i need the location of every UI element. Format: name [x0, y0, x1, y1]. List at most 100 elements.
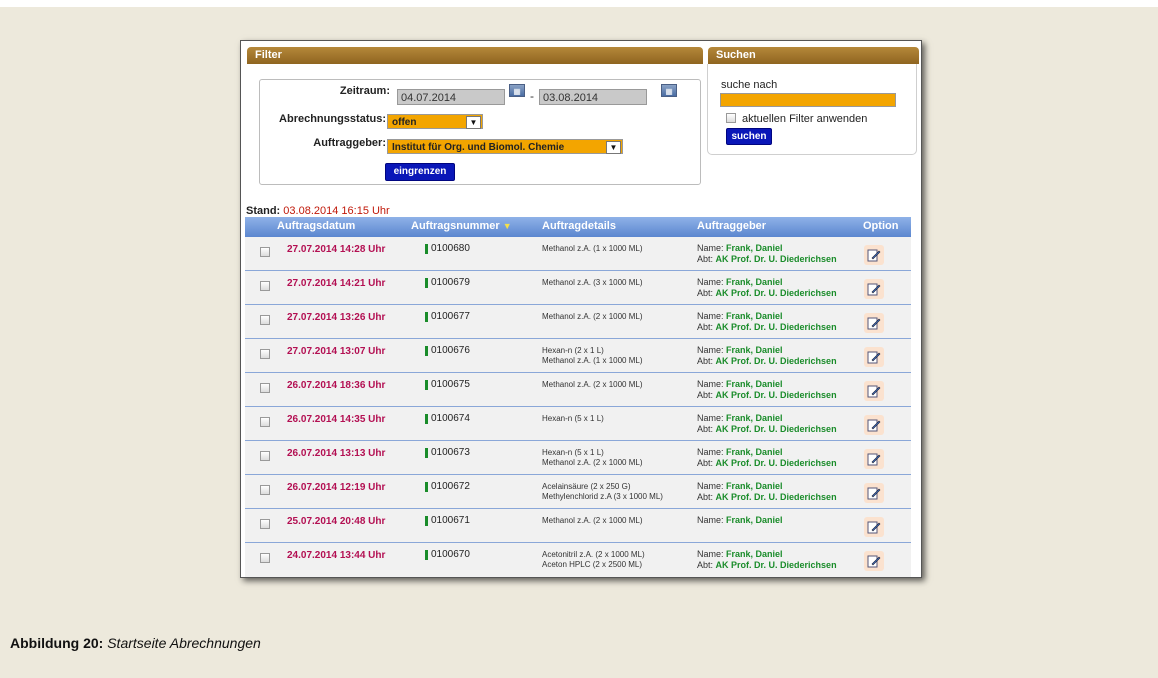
- row-number[interactable]: 0100674: [425, 414, 470, 424]
- column-header-date[interactable]: Auftragsdatum: [277, 220, 355, 232]
- row-number[interactable]: 0100677: [425, 312, 470, 322]
- abt-prefix: Abt:: [697, 458, 714, 468]
- sort-arrow-icon[interactable]: ▼: [503, 221, 512, 231]
- apply-filter-checkbox[interactable]: [726, 113, 736, 123]
- row-detail-line: Methylenchlorid z.A (3 x 1000 ML): [542, 492, 663, 501]
- filter-panel-title: Filter: [247, 47, 703, 64]
- auftraggeber-select-value: Institut für Org. und Biomol. Chemie: [392, 142, 565, 153]
- row-number[interactable]: 0100676: [425, 346, 470, 356]
- row-number[interactable]: 0100672: [425, 482, 470, 492]
- abt-prefix: Abt:: [697, 492, 714, 502]
- row-checkbox[interactable]: [260, 417, 270, 427]
- stand-line: Stand: 03.08.2014 16:15 Uhr: [246, 205, 390, 217]
- column-header-number[interactable]: Auftragsnummer ▼: [411, 220, 512, 232]
- column-header-client[interactable]: Auftraggeber: [697, 220, 766, 232]
- filter-panel: Zeitraum: 04.07.2014 ▦ - 03.08.2014 ▦ Ab…: [259, 79, 701, 185]
- client-name: Frank, Daniel: [726, 549, 783, 559]
- edit-icon[interactable]: [867, 554, 881, 568]
- row-detail-line: Hexan-n (5 x 1 L): [542, 448, 604, 457]
- table-row: 27.07.2014 14:21 Uhr 0100679 Methanol z.…: [245, 271, 911, 305]
- suchen-button[interactable]: suchen: [726, 128, 772, 145]
- edit-icon[interactable]: [867, 486, 881, 500]
- row-number[interactable]: 0100670: [425, 550, 470, 560]
- row-checkbox[interactable]: [260, 247, 270, 257]
- row-number[interactable]: 0100679: [425, 278, 470, 288]
- name-prefix: Name:: [697, 345, 724, 355]
- row-detail-line: Methanol z.A. (2 x 1000 ML): [542, 312, 643, 321]
- abt-prefix: Abt:: [697, 356, 714, 366]
- edit-icon[interactable]: [867, 350, 881, 364]
- edit-button[interactable]: [864, 449, 884, 469]
- row-details: Methanol z.A. (2 x 1000 ML): [542, 312, 643, 322]
- row-checkbox[interactable]: [260, 553, 270, 563]
- row-checkbox[interactable]: [260, 349, 270, 359]
- row-client: Name: Frank, Daniel Abt: AK Prof. Dr. U.…: [697, 345, 837, 367]
- edit-button[interactable]: [864, 517, 884, 537]
- status-select[interactable]: offen ▼: [387, 114, 483, 129]
- client-abt: AK Prof. Dr. U. Diederichsen: [715, 492, 837, 502]
- status-select-value: offen: [392, 117, 417, 128]
- row-checkbox[interactable]: [260, 383, 270, 393]
- abt-prefix: Abt:: [697, 322, 714, 332]
- column-header-details[interactable]: Auftragdetails: [542, 220, 616, 232]
- edit-button[interactable]: [864, 347, 884, 367]
- column-header-option: Option: [863, 220, 899, 232]
- edit-button[interactable]: [864, 415, 884, 435]
- date-to-input[interactable]: 03.08.2014: [539, 89, 647, 105]
- row-number[interactable]: 0100680: [425, 244, 470, 254]
- row-details: Methanol z.A. (2 x 1000 ML): [542, 380, 643, 390]
- row-client-abt: Abt: AK Prof. Dr. U. Diederichsen: [697, 322, 837, 333]
- row-number[interactable]: 0100675: [425, 380, 470, 390]
- row-details: Methanol z.A. (2 x 1000 ML): [542, 516, 643, 526]
- row-checkbox[interactable]: [260, 315, 270, 325]
- name-prefix: Name:: [697, 311, 724, 321]
- row-client-name: Name: Frank, Daniel: [697, 379, 837, 390]
- name-prefix: Name:: [697, 379, 724, 389]
- row-detail-line: Methanol z.A. (1 x 1000 ML): [542, 356, 643, 365]
- row-date: 26.07.2014 12:19 Uhr: [287, 482, 386, 493]
- eingrenzen-button[interactable]: eingrenzen: [385, 163, 455, 181]
- edit-button[interactable]: [864, 381, 884, 401]
- edit-button[interactable]: [864, 279, 884, 299]
- row-client: Name: Frank, Daniel Abt: AK Prof. Dr. U.…: [697, 243, 837, 265]
- table-row: 26.07.2014 13:13 Uhr 0100673 Hexan-n (5 …: [245, 441, 911, 475]
- row-client-name: Name: Frank, Daniel: [697, 515, 783, 526]
- row-checkbox[interactable]: [260, 485, 270, 495]
- row-number[interactable]: 0100673: [425, 448, 470, 458]
- screenshot-frame: Filter Zeitraum: 04.07.2014 ▦ - 03.08.20…: [240, 40, 922, 578]
- edit-icon[interactable]: [867, 316, 881, 330]
- edit-icon[interactable]: [867, 384, 881, 398]
- row-client-name: Name: Frank, Daniel: [697, 481, 837, 492]
- edit-icon[interactable]: [867, 520, 881, 534]
- search-label: suche nach: [721, 79, 778, 91]
- edit-icon[interactable]: [867, 418, 881, 432]
- search-input[interactable]: [720, 93, 896, 107]
- date-from-input[interactable]: 04.07.2014: [397, 89, 505, 105]
- row-checkbox[interactable]: [260, 281, 270, 291]
- edit-button[interactable]: [864, 313, 884, 333]
- zeitraum-label: Zeitraum:: [339, 85, 390, 97]
- row-checkbox[interactable]: [260, 451, 270, 461]
- client-name: Frank, Daniel: [726, 311, 783, 321]
- row-number[interactable]: 0100671: [425, 516, 470, 526]
- row-client-name: Name: Frank, Daniel: [697, 413, 837, 424]
- row-client-name: Name: Frank, Daniel: [697, 243, 837, 254]
- edit-icon[interactable]: [867, 248, 881, 262]
- row-client: Name: Frank, Daniel Abt: AK Prof. Dr. U.…: [697, 447, 837, 469]
- caption-text: Startseite Abrechnungen: [107, 635, 261, 651]
- edit-icon[interactable]: [867, 452, 881, 466]
- edit-button[interactable]: [864, 245, 884, 265]
- chevron-down-icon[interactable]: ▼: [466, 116, 481, 129]
- auftraggeber-select[interactable]: Institut für Org. und Biomol. Chemie ▼: [387, 139, 623, 154]
- name-prefix: Name:: [697, 515, 724, 525]
- row-client: Name: Frank, Daniel Abt: AK Prof. Dr. U.…: [697, 481, 837, 503]
- edit-button[interactable]: [864, 551, 884, 571]
- client-abt: AK Prof. Dr. U. Diederichsen: [715, 356, 837, 366]
- calendar-icon[interactable]: ▦: [509, 84, 525, 97]
- edit-button[interactable]: [864, 483, 884, 503]
- chevron-down-icon[interactable]: ▼: [606, 141, 621, 154]
- edit-icon[interactable]: [867, 282, 881, 296]
- calendar-icon[interactable]: ▦: [661, 84, 677, 97]
- row-details: Acelainsäure (2 x 250 G) Methylenchlorid …: [542, 482, 663, 502]
- row-checkbox[interactable]: [260, 519, 270, 529]
